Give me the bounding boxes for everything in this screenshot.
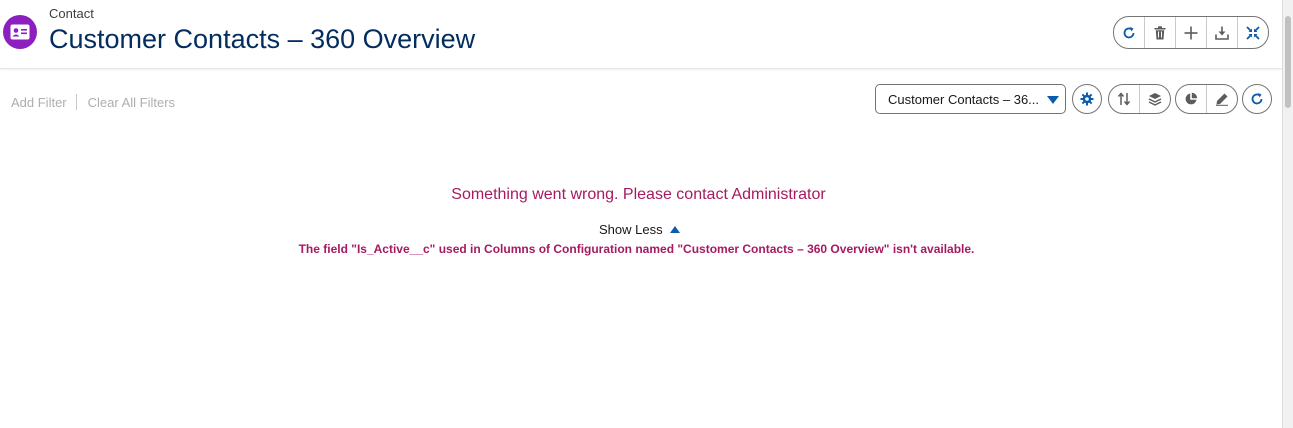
- view-select-value: Customer Contacts – 36...: [888, 91, 1038, 107]
- delete-icon: [1154, 25, 1166, 39]
- object-label: Contact: [49, 6, 94, 21]
- download-icon: [1215, 26, 1229, 40]
- sort-icon: [1117, 92, 1131, 106]
- chart-edit-group: [1175, 84, 1238, 114]
- settings-button[interactable]: [1072, 84, 1102, 114]
- chevron-up-icon: [669, 226, 680, 233]
- add-filter-link[interactable]: Add Filter: [11, 95, 67, 110]
- refresh-icon: [1123, 26, 1135, 38]
- add-button[interactable]: [1176, 17, 1207, 48]
- collapse-icon: [1246, 25, 1260, 40]
- edit-icon: [1216, 93, 1228, 106]
- vertical-scrollbar[interactable]: [1282, 0, 1293, 428]
- layers-button[interactable]: [1140, 85, 1170, 113]
- refresh-icon: [1251, 93, 1263, 105]
- view-select[interactable]: Customer Contacts – 36...: [875, 84, 1066, 114]
- settings-icon: [1080, 92, 1094, 106]
- header-action-group: [1113, 16, 1269, 49]
- page-title: Customer Contacts – 360 Overview: [49, 24, 476, 54]
- page-header: Contact Customer Contacts – 360 Overview: [0, 0, 1282, 69]
- download-button[interactable]: [1207, 17, 1238, 48]
- contact-card-icon: [3, 15, 37, 49]
- error-detail: The field "Is_Active__c" used in Columns…: [298, 242, 975, 256]
- clear-all-filters-link[interactable]: Clear All Filters: [88, 95, 175, 110]
- show-less-toggle[interactable]: Show Less: [599, 222, 680, 237]
- edit-button[interactable]: [1207, 85, 1237, 113]
- sort-button[interactable]: [1109, 85, 1140, 113]
- collapse-button[interactable]: [1238, 17, 1268, 48]
- delete-button[interactable]: [1145, 17, 1176, 48]
- filter-divider: [75, 94, 77, 110]
- pie-chart-icon: [1185, 92, 1198, 105]
- pie-chart-button[interactable]: [1176, 85, 1207, 113]
- layers-icon: [1148, 93, 1162, 106]
- chevron-down-icon: [1047, 96, 1059, 104]
- scrollbar-thumb[interactable]: [1285, 16, 1291, 108]
- show-less-label: Show Less: [599, 222, 663, 237]
- filter-bar: Add Filter Clear All Filters: [11, 94, 175, 110]
- error-message: Something went wrong. Please contact Adm…: [451, 186, 826, 203]
- refresh-view-button[interactable]: [1242, 84, 1272, 114]
- refresh-button[interactable]: [1114, 17, 1145, 48]
- add-icon: [1184, 26, 1198, 39]
- sort-layers-group: [1108, 84, 1171, 114]
